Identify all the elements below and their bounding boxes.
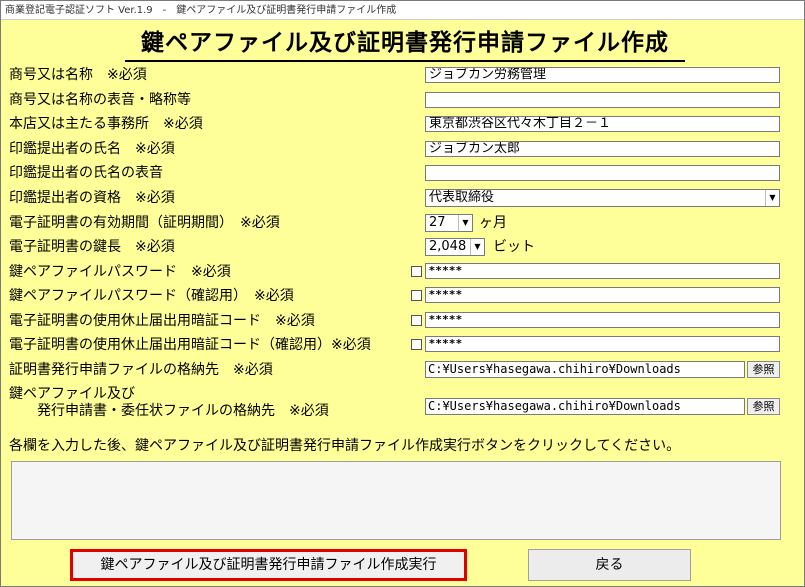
seal-submitter-reading-label: 印鑑提出者の氏名の表音 [9,165,163,181]
key-password-confirm-input[interactable]: ***** [425,287,780,303]
key-length-label: 電子証明書の鍵長 ※必須 [9,239,175,255]
validity-period-value: 27 [429,215,446,230]
validity-period-label: 電子証明書の有効期間（証明期間） ※必須 [9,215,280,231]
page-title: 鍵ペアファイル及び証明書発行申請ファイル作成 [141,30,669,56]
validity-period-select[interactable]: 27 ▼ [425,214,473,232]
keypair-location-input[interactable]: C:¥Users¥hasegawa.chihiro¥Downloads [425,398,745,415]
key-password-confirm-label: 鍵ペアファイルパスワード（確認用） ※必須 [9,288,294,304]
keypair-location-browse-button[interactable]: 参照 [747,398,780,415]
trade-name-input[interactable]: ジョブカン労務管理 [425,67,780,83]
head-office-label: 本店又は主たる事務所 ※必須 [9,116,203,132]
instruction-text: 各欄を入力した後、鍵ペアファイル及び証明書発行申請ファイル作成実行ボタンをクリッ… [9,438,681,454]
window-title-bar: 商業登記電子認証ソフト Ver.1.9 - 鍵ペアファイル及び証明書発行申請ファ… [1,1,804,20]
qualification-select[interactable]: 代表取締役 ▼ [425,189,780,207]
app-window: 商業登記電子認証ソフト Ver.1.9 - 鍵ペアファイル及び証明書発行申請ファ… [0,0,805,587]
suspension-code-show-checkbox[interactable] [411,315,422,326]
application-location-label: 証明書発行申請ファイルの格納先 ※必須 [9,362,273,378]
suspension-code-label: 電子証明書の使用休止届出用暗証コード ※必須 [9,313,315,329]
head-office-input[interactable]: 東京都渋谷区代々木丁目２－１ [425,116,780,132]
key-password-show-checkbox[interactable] [411,266,422,277]
qualification-label: 印鑑提出者の資格 ※必須 [9,190,175,206]
key-length-value: 2,048 [429,239,467,254]
back-button[interactable]: 戻る [528,549,691,581]
application-location-input[interactable]: C:¥Users¥hasegawa.chihiro¥Downloads [425,361,745,378]
key-password-label: 鍵ペアファイルパスワード ※必須 [9,264,231,280]
key-password-input[interactable]: ***** [425,263,780,279]
chevron-down-icon[interactable]: ▼ [470,239,484,255]
seal-submitter-reading-input[interactable] [425,165,780,181]
chevron-down-icon[interactable]: ▼ [458,215,472,231]
keypair-location-label-line1: 鍵ペアファイル及び [9,386,135,402]
keypair-location-label-line2: 発行申請書・委任状ファイルの格納先 ※必須 [37,403,329,419]
suspension-code-confirm-input[interactable]: ***** [425,336,780,352]
key-length-unit: ビット [493,239,535,255]
seal-submitter-name-label: 印鑑提出者の氏名 ※必須 [9,141,175,157]
suspension-code-input[interactable]: ***** [425,312,780,328]
message-area [11,461,781,540]
trade-name-notation-input[interactable] [425,92,780,108]
trade-name-notation-label: 商号又は名称の表音・略称等 [9,92,191,108]
suspension-code-confirm-show-checkbox[interactable] [411,339,422,350]
validity-period-unit: ヶ月 [479,215,507,231]
create-files-button[interactable]: 鍵ペアファイル及び証明書発行申請ファイル作成実行 [70,549,467,581]
suspension-code-confirm-label: 電子証明書の使用休止届出用暗証コード（確認用）※必須 [9,337,371,353]
seal-submitter-name-input[interactable]: ジョブカン太郎 [425,141,780,157]
key-length-select[interactable]: 2,048 ▼ [425,238,485,256]
title-underline [125,60,685,62]
chevron-down-icon[interactable]: ▼ [765,190,779,206]
key-password-confirm-show-checkbox[interactable] [411,290,422,301]
trade-name-label: 商号又は名称 ※必須 [9,67,147,83]
application-location-browse-button[interactable]: 参照 [747,361,780,378]
qualification-value: 代表取締役 [429,190,495,205]
